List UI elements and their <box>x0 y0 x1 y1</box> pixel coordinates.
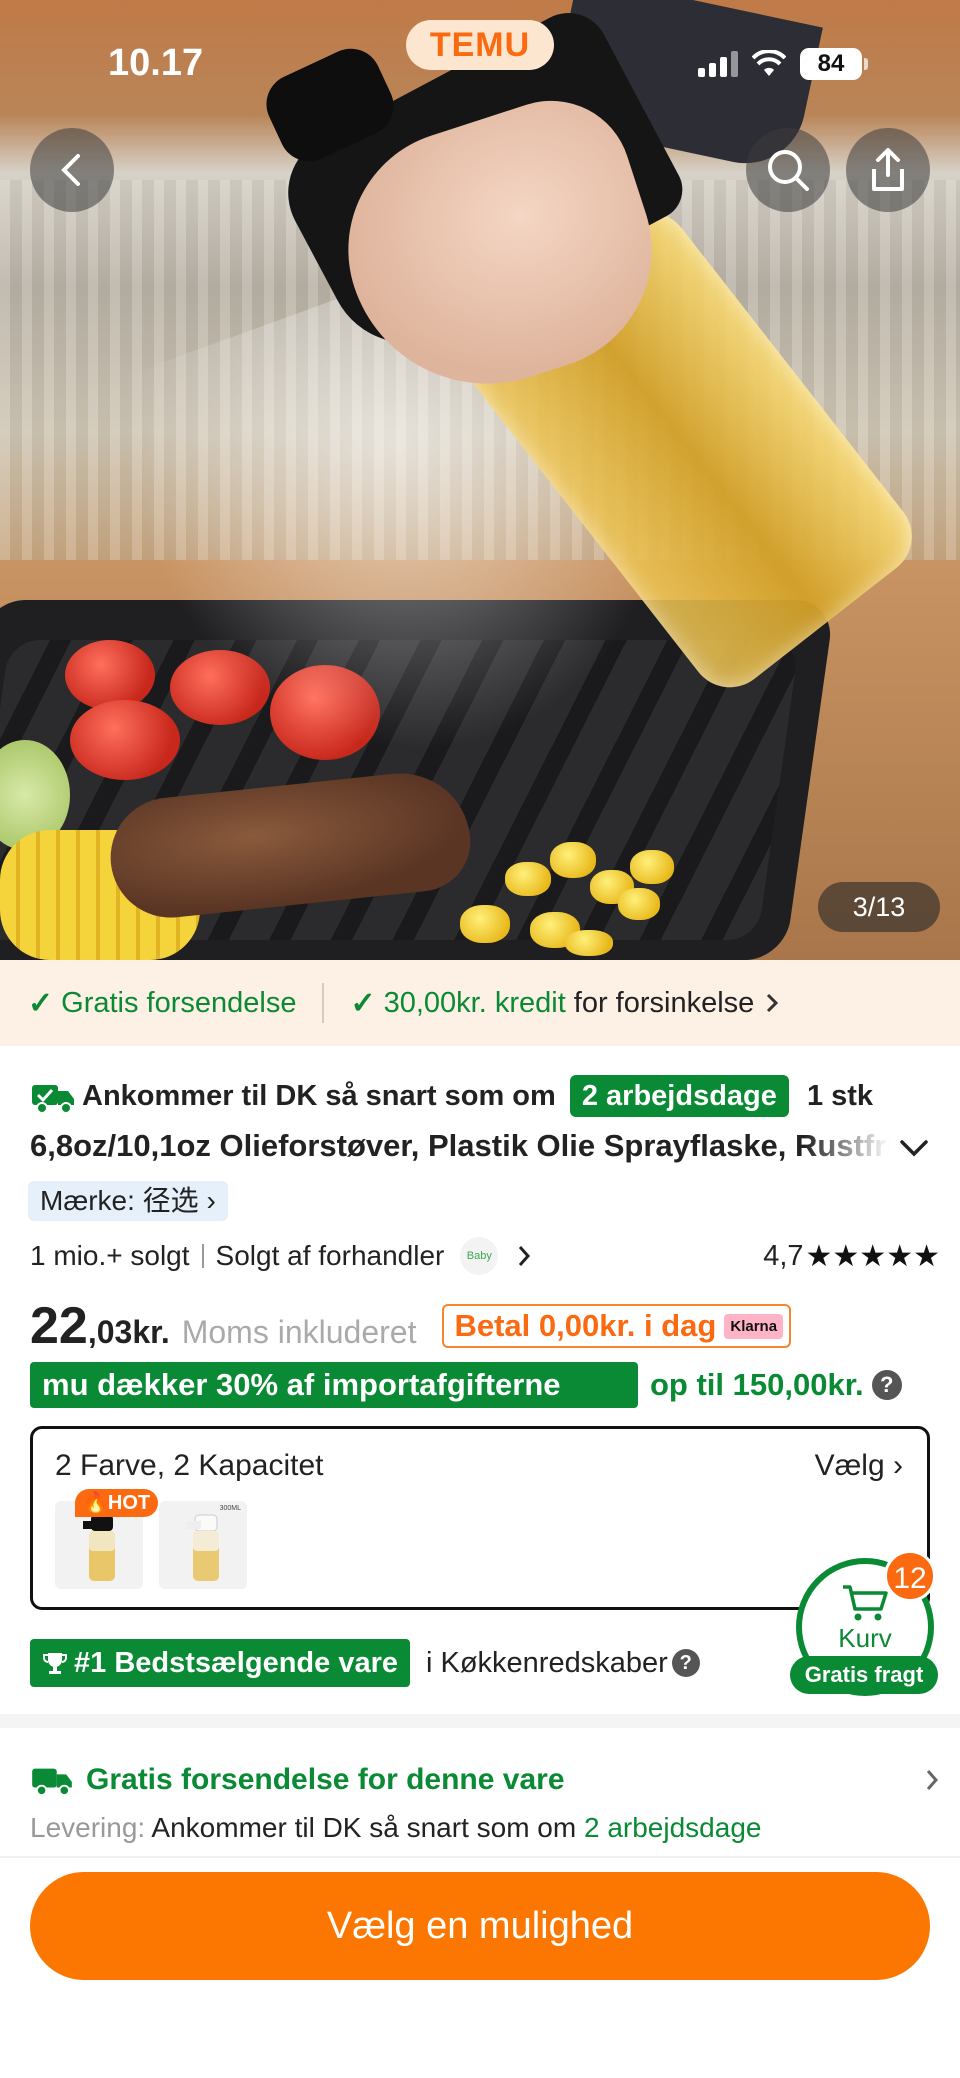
chevron-left-icon <box>61 154 80 186</box>
promo-strip[interactable]: ✓ Gratis forsendelse ✓ 30,00kr. kredit f… <box>0 960 960 1046</box>
star-icon: ★★★★★ <box>805 1239 940 1273</box>
search-button[interactable] <box>746 128 830 212</box>
cart-label: Kurv <box>838 1622 892 1653</box>
shipping-title: Gratis forsendelse for denne vare <box>86 1763 565 1796</box>
image-counter: 3/13 <box>818 882 940 932</box>
size-label: 300ML <box>219 1505 241 1512</box>
klarna-logo: Klarna <box>724 1313 784 1339</box>
chevron-down-icon[interactable] <box>894 1128 934 1168</box>
delivery-days: 2 arbejdsdage <box>583 1812 762 1843</box>
chevron-right-icon[interactable] <box>516 1243 532 1269</box>
bestseller-category: i Køkkenredskaber <box>425 1646 668 1679</box>
temu-logo: TEMU <box>406 20 554 70</box>
delivery-text: Ankommer til DK så snart som om <box>151 1812 577 1843</box>
rating-value: 4,7 <box>763 1239 804 1272</box>
sold-count: 1 mio.+ solgt <box>30 1240 190 1271</box>
back-button[interactable] <box>30 128 114 212</box>
pay-today-label: Betal 0,00kr. i dag <box>454 1308 717 1343</box>
chevron-right-icon <box>926 1770 939 1790</box>
share-icon <box>872 148 904 191</box>
free-freight-badge: Gratis fragt <box>790 1656 938 1694</box>
product-image[interactable]: 10.17 TEMU 84 3/13 <box>0 0 960 960</box>
delivery-label: Levering: <box>30 1812 146 1843</box>
rating[interactable]: 4,7 ★★★★★ <box>763 1239 940 1274</box>
seller-label[interactable]: Solgt af forhandler <box>216 1240 445 1272</box>
klarna-offer[interactable]: Betal 0,00kr. i dag Klarna <box>442 1304 792 1348</box>
status-time: 10.17 <box>108 42 204 84</box>
choose-option-button[interactable]: Vælg en mulighed <box>30 1872 930 1980</box>
cart-count-badge: 12 <box>884 1550 936 1602</box>
share-button[interactable] <box>846 128 930 212</box>
arrival-days-badge: 2 arbejdsdage <box>569 1075 789 1117</box>
wifi-icon <box>752 50 786 76</box>
shipping-row[interactable]: Gratis forsendelse for denne vare <box>30 1758 940 1802</box>
bestseller-label: #1 Bedstsælgende vare <box>74 1647 398 1679</box>
search-icon <box>768 150 809 191</box>
variant-thumb-white[interactable]: 300ML <box>159 1501 247 1589</box>
section-gap <box>0 1714 960 1728</box>
pick-label: Vælg <box>814 1449 885 1482</box>
help-icon[interactable]: ? <box>871 1370 902 1400</box>
chevron-right-icon <box>767 993 779 1013</box>
help-icon[interactable]: ? <box>671 1649 700 1677</box>
free-shipping-label: Gratis forsendelse <box>61 986 297 1019</box>
vat-note: Moms inkluderet <box>181 1314 417 1350</box>
hot-badge: 🔥HOT <box>75 1489 159 1517</box>
divider <box>0 1856 960 1858</box>
check-icon: ✓ <box>350 986 376 1020</box>
credit-text: for forsinkelse <box>573 986 755 1019</box>
arrival-prefix: Ankommer til DK så snart som om <box>82 1080 556 1112</box>
cart-icon <box>843 1584 888 1620</box>
seller-logo: Baby <box>460 1237 499 1275</box>
product-title[interactable]: 6,8oz/10,1oz Olieforstøver, Plastik Olie… <box>30 1120 890 1172</box>
truck-icon <box>32 1085 74 1115</box>
import-tax-badge: mu dækker 30% af importafgifterne <box>30 1362 638 1408</box>
brand-label: Mærke: 径选 <box>40 1185 199 1216</box>
status-icons: 84 <box>698 44 868 84</box>
divider <box>322 983 325 1023</box>
delivery-line: Levering: Ankommer til DK så snart som o… <box>30 1812 761 1844</box>
bestseller-row[interactable]: #1 Bedstsælgende vare i Køkkenredskaber … <box>30 1638 700 1688</box>
variant-title: 2 Farve, 2 Kapacitet <box>55 1449 324 1482</box>
bestseller-badge: #1 Bedstsælgende vare <box>30 1639 410 1687</box>
variant-selector[interactable]: 2 Farve, 2 Kapacitet Vælg › 🔥HOT 300ML <box>30 1426 930 1610</box>
import-tax-cap: op til 150,00kr. <box>650 1367 864 1402</box>
truck-icon <box>32 1768 72 1797</box>
product-page: 10.17 TEMU 84 3/13 ✓ Gratis forsendelse … <box>0 0 960 2078</box>
price-whole: 22 <box>30 1297 88 1355</box>
hot-label: HOT <box>107 1492 151 1514</box>
credit-amount: 30,00kr. kredit <box>383 986 566 1019</box>
variant-pick-button[interactable]: Vælg › <box>815 1449 903 1483</box>
check-icon: ✓ <box>28 986 54 1020</box>
signal-icon <box>698 51 738 77</box>
arrival-qty: 1 stk <box>806 1080 874 1112</box>
import-tax-row: mu dækker 30% af importafgifterne op til… <box>30 1362 940 1408</box>
brand-tag[interactable]: Mærke: 径选 › <box>28 1181 228 1221</box>
battery-icon: 84 <box>800 48 868 80</box>
trophy-icon <box>43 1653 67 1674</box>
sales-row: 1 mio.+ solgt Solgt af forhandler Baby 4… <box>30 1236 940 1276</box>
arrival-line: Ankommer til DK så snart som om 2 arbejd… <box>30 1070 940 1122</box>
price-row: 22 ,03kr. Moms inkluderet Betal 0,00kr. … <box>30 1296 940 1356</box>
price-fraction: ,03kr. <box>87 1314 170 1350</box>
